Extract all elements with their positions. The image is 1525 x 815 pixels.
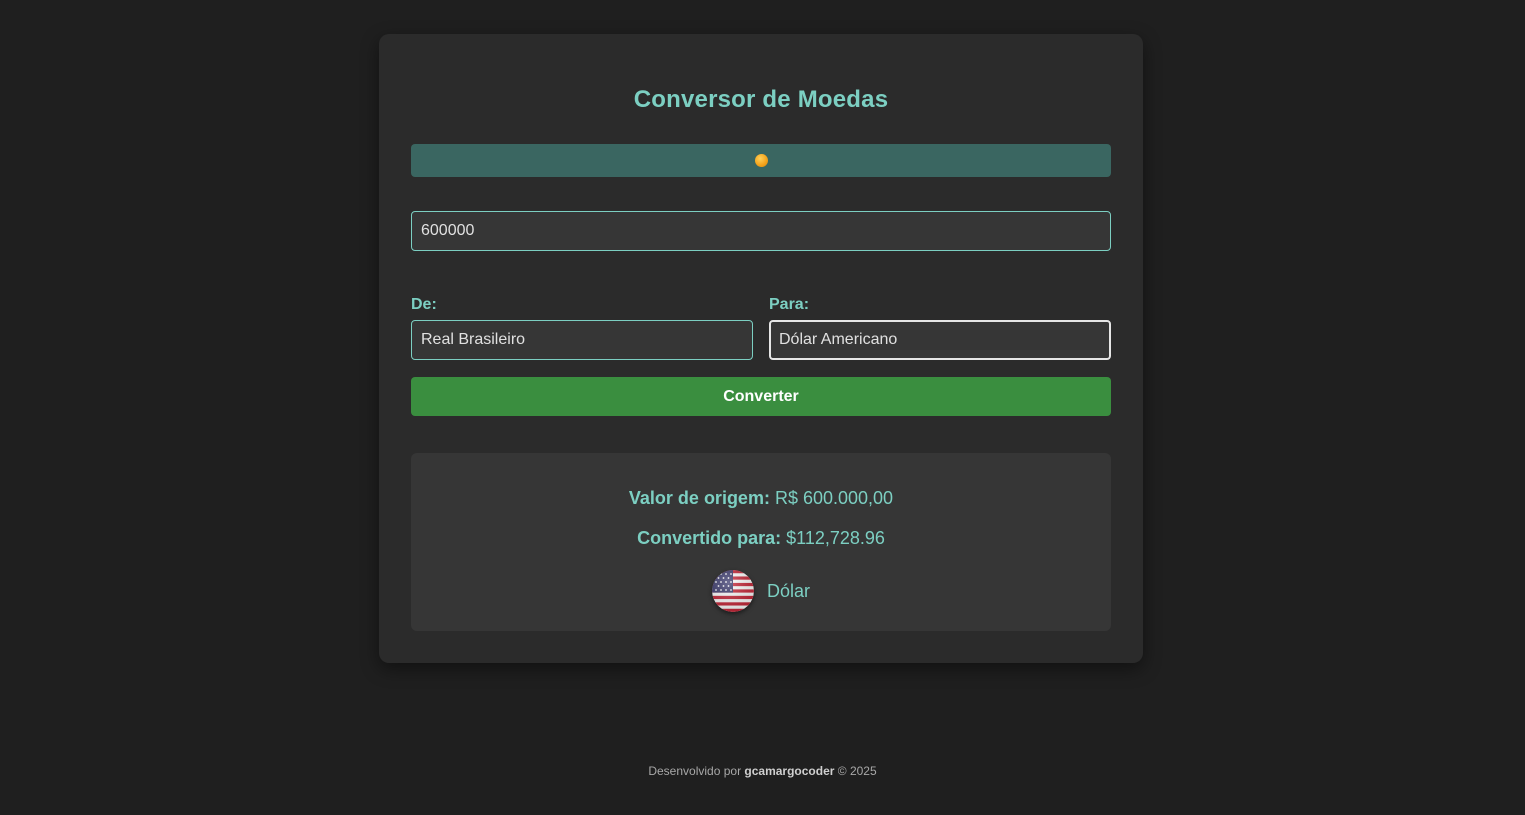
currency-name: Dólar — [766, 580, 810, 601]
to-currency-value: Dólar Americano — [779, 331, 898, 348]
page-title: Conversor de Moedas — [633, 86, 889, 113]
currency-row: Dólar — [411, 570, 1111, 612]
page: Conversor de Moedas De: Para: Real Brasi… — [0, 0, 1525, 815]
convert-button[interactable]: Converter — [411, 377, 1111, 416]
from-currency-value: Real Brasileiro — [421, 331, 526, 348]
coin-icon — [754, 154, 768, 167]
footer-author-link[interactable]: gcamargocoder — [744, 764, 834, 778]
footer-copyright: © 2025 — [837, 764, 877, 778]
from-currency-select[interactable]: Real Brasileiro — [411, 320, 753, 360]
origin-label: Valor de origem: — [628, 488, 770, 508]
footer-prefix: Desenvolvido por — [648, 764, 742, 778]
converter-card: Conversor de Moedas De: Para: Real Brasi… — [379, 34, 1143, 663]
origin-value: R$ 600.000,00 — [774, 488, 894, 508]
to-label: Para: — [769, 296, 810, 313]
footer: Desenvolvido por gcamargocoder © 2025 — [0, 764, 1525, 778]
amount-input[interactable] — [411, 211, 1111, 251]
result-panel: Valor de origem: R$ 600.000,00 Convertid… — [411, 453, 1111, 631]
us-flag-icon — [711, 570, 754, 612]
status-banner — [411, 144, 1111, 177]
result-converted: Convertido para: $112,728.96 — [411, 528, 1111, 549]
result-origin: Valor de origem: R$ 600.000,00 — [411, 488, 1111, 509]
converted-value: $112,728.96 — [786, 528, 885, 548]
from-label: De: — [411, 296, 437, 313]
converted-label: Convertido para: — [637, 528, 782, 548]
to-currency-select[interactable]: Dólar Americano — [769, 320, 1111, 360]
